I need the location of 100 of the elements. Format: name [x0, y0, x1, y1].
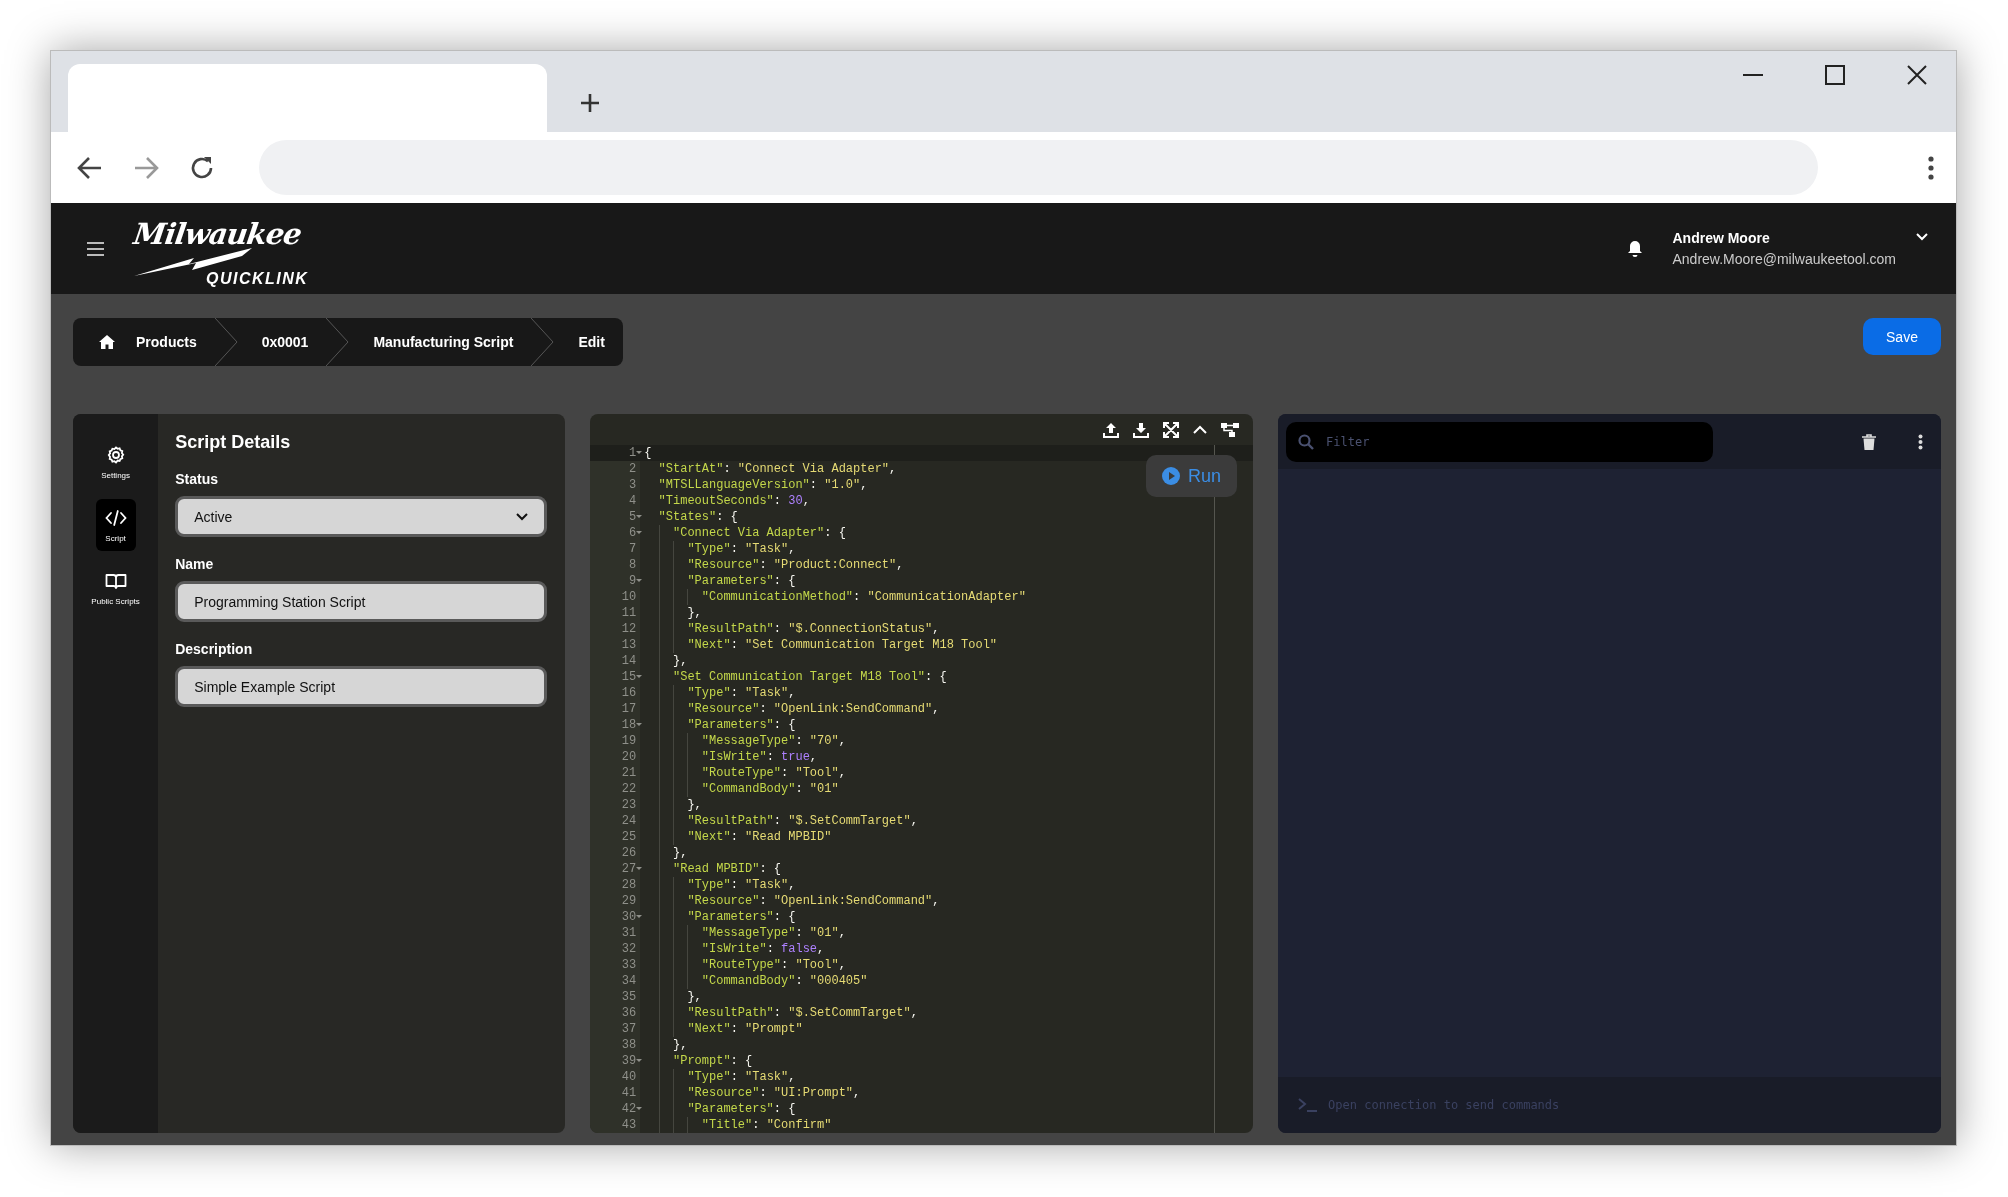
code-line: "Parameters": {: [640, 909, 796, 925]
code-line: },: [640, 845, 688, 861]
search-icon: [1298, 433, 1315, 450]
save-button[interactable]: Save: [1863, 318, 1941, 355]
line-number: 24: [621, 814, 637, 828]
menu-icon[interactable]: [87, 240, 104, 257]
breadcrumb-link[interactable]: Edit: [578, 318, 623, 366]
more-icon[interactable]: [1928, 155, 1934, 180]
line-number: 21: [621, 766, 637, 780]
status-dropdown[interactable]: Active: [175, 496, 548, 537]
command-field[interactable]: Open connection to send commands: [1326, 1097, 1831, 1113]
fold-icon[interactable]: [636, 515, 643, 518]
line-number: 11: [621, 606, 637, 620]
close-icon[interactable]: [1906, 65, 1928, 85]
code-line: "Next": "Read MPBID": [640, 829, 832, 845]
chevron-up-icon[interactable]: [1193, 423, 1208, 436]
code-line: "IsWrite": true,: [640, 749, 818, 765]
line-number: 31: [621, 926, 637, 940]
trash-icon[interactable]: [1862, 433, 1876, 450]
fold-icon[interactable]: [636, 531, 643, 534]
line-number: 8: [629, 558, 637, 572]
breadcrumb-separator: [326, 318, 350, 366]
fold-icon[interactable]: [636, 451, 643, 454]
fold-icon[interactable]: [636, 675, 643, 678]
line-number: 7: [629, 542, 637, 556]
line-number: 17: [621, 702, 637, 716]
expand-icon[interactable]: [1163, 421, 1180, 438]
code-line: "CommunicationMethod": "CommunicationAdapter": [640, 589, 1026, 605]
text-field[interactable]: Simple Example Script: [175, 666, 548, 707]
code-line: {: [643, 445, 652, 461]
line-number: 41: [621, 1086, 637, 1100]
maximize-icon[interactable]: [1824, 65, 1846, 85]
code-line: "MTSLLanguageVersion": "1.0",: [657, 477, 868, 493]
text-field[interactable]: Programming Station Script: [175, 581, 548, 622]
line-number: 16: [621, 686, 637, 700]
code-line: },: [640, 653, 688, 669]
field-label: Description: [175, 641, 254, 657]
fold-icon[interactable]: [636, 1059, 643, 1062]
code-line: "Resource": "UI:Prompt",: [640, 1085, 861, 1101]
upload-icon[interactable]: [1103, 421, 1120, 438]
terminal-icon: [1298, 1098, 1319, 1112]
chevron-down-icon[interactable]: [1916, 233, 1928, 241]
panel-title: Script Details: [175, 432, 292, 453]
line-number: 28: [621, 878, 637, 892]
code-line: "Prompt": {: [640, 1053, 753, 1069]
code-line: },: [640, 797, 702, 813]
code-line: "Resource": "OpenLink:SendCommand",: [640, 893, 940, 909]
back-icon[interactable]: [77, 154, 103, 181]
code-line: "RouteType": "Tool",: [640, 957, 846, 973]
code-line: "Connect Via Adapter": {: [640, 525, 846, 541]
line-number: 40: [621, 1070, 637, 1084]
code-line: "Read MPBID": {: [640, 861, 782, 877]
sidebar-item[interactable]: Script: [95, 499, 136, 551]
code-line: },: [640, 605, 702, 621]
play-icon: [1162, 467, 1181, 485]
fold-icon[interactable]: [636, 1107, 643, 1110]
field-label: Status: [175, 471, 219, 487]
download-icon[interactable]: [1133, 421, 1150, 438]
code-line: },: [640, 1037, 688, 1053]
line-number: 35: [621, 990, 637, 1004]
code-line: "Parameters": {: [640, 1101, 796, 1117]
line-number: 38: [621, 1038, 637, 1052]
breadcrumb-link[interactable]: 0x0001: [261, 318, 327, 366]
reload-icon[interactable]: [189, 154, 215, 181]
plus-icon[interactable]: [579, 92, 601, 115]
more-icon[interactable]: [1918, 433, 1923, 450]
line-number: 15: [621, 670, 637, 684]
line-number: 30: [621, 910, 637, 924]
line-number: 23: [621, 798, 637, 812]
fold-icon[interactable]: [636, 867, 643, 870]
line-number: 20: [621, 750, 637, 764]
line-number: 22: [621, 782, 637, 796]
line-number: 19: [621, 734, 637, 748]
code-line: "Type": "Task",: [640, 685, 796, 701]
line-number: 13: [621, 638, 637, 652]
code-line: "Title": "Confirm": [640, 1117, 832, 1133]
line-number: 29: [621, 894, 637, 908]
forward-icon[interactable]: [133, 154, 159, 181]
fold-icon[interactable]: [636, 915, 643, 918]
user-email: Andrew.Moore@milwaukeetool.com: [1672, 251, 1896, 267]
bell-icon[interactable]: [1627, 239, 1644, 258]
fold-icon[interactable]: [636, 579, 643, 582]
code-line: "MessageType": "01",: [640, 925, 846, 941]
code-line: "StartAt": "Connect Via Adapter",: [657, 461, 897, 477]
breadcrumb-separator: [531, 318, 555, 366]
brand-logo: Milwaukee: [131, 217, 305, 250]
breadcrumb-separator: [214, 318, 238, 366]
code-line: "Next": "Prompt": [640, 1021, 803, 1037]
code-line: "Set Communication Target M18 Tool": {: [640, 669, 947, 685]
code-line: "ResultPath": "$.SetCommTarget",: [640, 1005, 918, 1021]
breadcrumb-link[interactable]: Products: [99, 318, 215, 366]
line-number: 10: [621, 590, 637, 604]
sidebar-item[interactable]: Settings: [95, 436, 136, 488]
filter-field[interactable]: Filter: [1286, 421, 1714, 462]
breadcrumb-link[interactable]: Manufacturing Script: [373, 318, 532, 366]
fold-icon[interactable]: [636, 723, 643, 726]
code-line: "RouteType": "Tool",: [640, 765, 846, 781]
line-number: 12: [621, 622, 637, 636]
tree-icon[interactable]: [1221, 421, 1240, 438]
code-line: "ResultPath": "$.SetCommTarget",: [640, 813, 918, 829]
